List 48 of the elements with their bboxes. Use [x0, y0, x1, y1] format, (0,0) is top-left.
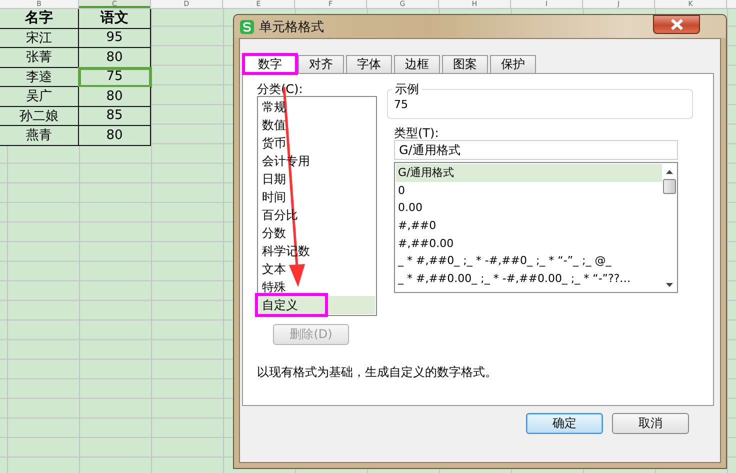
table-cell[interactable]: 75 [79, 68, 151, 87]
table-cell: 孙二娘 [0, 106, 79, 126]
scroll-thumb[interactable] [662, 179, 676, 194]
table-header: 名字 [0, 9, 79, 28]
list-item[interactable]: 分数 [259, 224, 375, 242]
table-cell[interactable]: 80 [79, 87, 151, 106]
table-cell[interactable]: 80 [79, 126, 151, 146]
sample-value: 75 [394, 98, 409, 112]
list-item[interactable]: 特殊 [259, 278, 375, 296]
tab[interactable]: 数字 [244, 54, 296, 74]
list-item[interactable]: _ * #,##0_ ;_ * -#,##0_ ;_ * “-”_ ;_ @_ [396, 252, 662, 270]
list-item[interactable]: 文本 [259, 260, 375, 278]
scroll-down-icon[interactable] [666, 283, 672, 287]
list-item[interactable]: 0.00 [396, 199, 662, 218]
table-cell: 燕青 [0, 126, 79, 146]
table-cell: 张菁 [0, 48, 79, 68]
type-input-field[interactable]: G/通用格式 [394, 140, 678, 160]
table-cell: 吴广 [0, 87, 79, 106]
list-item[interactable]: 日期 [259, 170, 375, 188]
window-title: 单元格格式 [259, 18, 324, 36]
table-header: 语文 [79, 9, 151, 28]
tab[interactable]: 字体 [346, 55, 392, 73]
group-label: 示例 [392, 82, 422, 96]
list-item[interactable]: 时间 [259, 188, 375, 206]
list-item[interactable]: 数值 [259, 116, 375, 134]
list-item[interactable]: #,##0.00 [396, 234, 662, 252]
tab[interactable]: 边框 [394, 55, 440, 73]
description-text: 以现有格式为基础，生成自定义的数字格式。 [257, 365, 498, 379]
close-icon [670, 19, 684, 30]
list-item[interactable]: G/通用格式 [396, 164, 662, 182]
cancel-button[interactable]: 取消 [612, 413, 689, 434]
list-item[interactable]: #,##0 [396, 217, 662, 235]
close-button[interactable] [653, 15, 700, 34]
tab[interactable]: 保护 [490, 55, 536, 73]
table-cell: 李逵 [0, 68, 79, 87]
scroll-up-icon[interactable] [666, 170, 672, 174]
ok-button[interactable]: 确定 [526, 413, 603, 434]
tab[interactable]: 图案 [442, 55, 488, 73]
table-cell: 宋江 [0, 28, 79, 48]
field-label: 类型(T): [394, 126, 440, 140]
table-cell[interactable]: 80 [79, 48, 151, 68]
list-item[interactable]: 0 [396, 182, 662, 200]
tab[interactable]: 对齐 [298, 55, 344, 73]
list-item[interactable]: _ * #,##0.00_ ;_ * -#,##0.00_ ;_ * “-”??… [396, 270, 662, 288]
app-logo-icon [240, 20, 254, 34]
table-cell[interactable]: 85 [79, 106, 151, 126]
table-cell[interactable]: 95 [79, 28, 151, 48]
list-item[interactable]: 货币 [259, 134, 375, 152]
